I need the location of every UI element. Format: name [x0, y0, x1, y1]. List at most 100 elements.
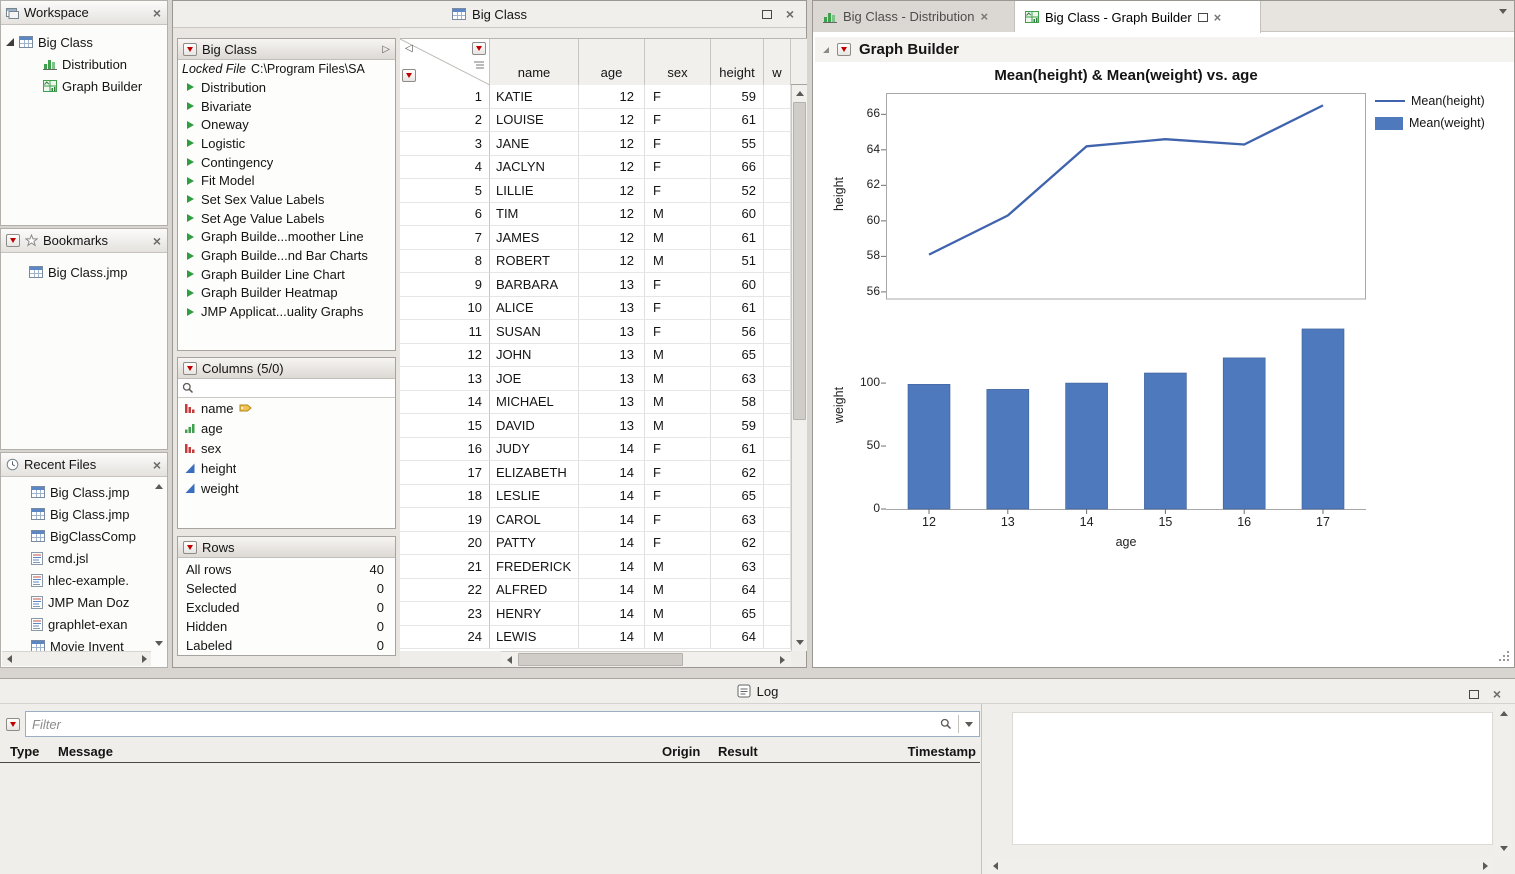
row-number-cell[interactable]: 13	[400, 367, 490, 391]
sex-cell[interactable]: M	[645, 250, 711, 274]
age-cell[interactable]: 12	[579, 109, 645, 133]
height-cell[interactable]: 60	[711, 273, 764, 297]
sex-cell[interactable]: M	[645, 602, 711, 626]
age-cell[interactable]: 12	[579, 156, 645, 180]
name-cell[interactable]: JACLYN	[490, 156, 579, 180]
name-cell[interactable]: KATIE	[490, 85, 579, 109]
tab-list-dropdown-icon[interactable]	[1499, 14, 1507, 29]
weight-cell[interactable]	[764, 344, 791, 368]
age-cell[interactable]: 13	[579, 320, 645, 344]
age-cell[interactable]: 14	[579, 438, 645, 462]
weight-cell[interactable]	[764, 485, 791, 509]
sex-cell[interactable]: F	[645, 156, 711, 180]
age-cell[interactable]: 14	[579, 532, 645, 556]
height-cell[interactable]: 59	[711, 85, 764, 109]
close-icon[interactable]: ×	[153, 458, 161, 472]
name-cell[interactable]: ALFRED	[490, 579, 579, 603]
bookmarks-red-triangle[interactable]	[6, 234, 20, 247]
recent-file-item[interactable]: BigClassComp	[1, 525, 167, 547]
row-number-cell[interactable]: 22	[400, 579, 490, 603]
height-cell[interactable]: 65	[711, 602, 764, 626]
outline-collapse-icon[interactable]	[823, 47, 829, 53]
search-icon[interactable]	[940, 718, 952, 730]
column-header-height[interactable]: height	[711, 39, 764, 85]
tab-graph-builder[interactable]: Big Class - Graph Builder×	[1015, 1, 1261, 33]
age-cell[interactable]: 13	[579, 367, 645, 391]
age-cell[interactable]: 13	[579, 273, 645, 297]
column-header-w[interactable]: w	[764, 39, 791, 85]
weight-cell[interactable]	[764, 626, 791, 650]
weight-cell[interactable]	[764, 226, 791, 250]
name-cell[interactable]: ROBERT	[490, 250, 579, 274]
log-horizontal-scrollbar[interactable]	[988, 858, 1493, 874]
weight-cell[interactable]	[764, 532, 791, 556]
row-number-cell[interactable]: 1	[400, 85, 490, 109]
weight-cell[interactable]	[764, 414, 791, 438]
name-cell[interactable]: ALICE	[490, 297, 579, 321]
sex-cell[interactable]: F	[645, 461, 711, 485]
recent-files-horizontal-scrollbar[interactable]	[2, 651, 151, 666]
scroll-right-icon[interactable]	[1478, 859, 1493, 873]
hide-panel-arrow-icon[interactable]: ◁	[405, 43, 413, 54]
recent-file-item[interactable]: JMP Man Doz	[1, 591, 167, 613]
table-script-item[interactable]: Fit Model	[178, 171, 395, 190]
weight-cell[interactable]	[764, 109, 791, 133]
columns-menu-red-triangle[interactable]	[472, 42, 486, 55]
log-column-type[interactable]: Type	[10, 744, 39, 759]
sex-cell[interactable]: M	[645, 344, 711, 368]
column-item[interactable]: age	[178, 418, 395, 438]
table-script-item[interactable]: Graph Builde...nd Bar Charts	[178, 246, 395, 265]
close-icon[interactable]: ×	[153, 6, 161, 20]
row-stat[interactable]: Excluded0	[178, 598, 395, 617]
sex-cell[interactable]: F	[645, 179, 711, 203]
sex-cell[interactable]: M	[645, 391, 711, 415]
recent-file-item[interactable]: Big Class.jmp	[1, 481, 167, 503]
scroll-down-icon[interactable]	[1496, 841, 1511, 856]
name-cell[interactable]: TIM	[490, 203, 579, 227]
log-red-triangle[interactable]	[6, 718, 20, 731]
log-filter-input[interactable]	[32, 717, 934, 732]
table-script-item[interactable]: Bivariate	[178, 97, 395, 116]
name-cell[interactable]: JANE	[490, 132, 579, 156]
table-script-item[interactable]: Oneway	[178, 115, 395, 134]
columns-red-triangle[interactable]	[183, 362, 197, 375]
scroll-up-icon[interactable]	[152, 479, 166, 493]
name-cell[interactable]: FREDERICK	[490, 555, 579, 579]
row-number-cell[interactable]: 17	[400, 461, 490, 485]
sex-cell[interactable]: F	[645, 438, 711, 462]
close-icon[interactable]: ×	[153, 234, 161, 248]
column-item[interactable]: sex	[178, 438, 395, 458]
tab-distribution[interactable]: Big Class - Distribution×	[813, 1, 1015, 32]
sex-cell[interactable]: F	[645, 297, 711, 321]
weight-cell[interactable]	[764, 320, 791, 344]
column-header-age[interactable]: age	[579, 39, 645, 85]
age-cell[interactable]: 12	[579, 203, 645, 227]
height-cell[interactable]: 62	[711, 532, 764, 556]
sex-cell[interactable]: F	[645, 109, 711, 133]
name-cell[interactable]: JUDY	[490, 438, 579, 462]
weight-cell[interactable]	[764, 85, 791, 109]
table-script-item[interactable]: Set Age Value Labels	[178, 209, 395, 228]
row-stat[interactable]: Hidden0	[178, 617, 395, 636]
age-cell[interactable]: 12	[579, 250, 645, 274]
row-stat[interactable]: Labeled0	[178, 636, 395, 655]
row-number-cell[interactable]: 19	[400, 508, 490, 532]
tab-close-icon[interactable]: ×	[1214, 10, 1222, 25]
scroll-up-icon[interactable]	[1496, 706, 1511, 721]
sex-cell[interactable]: F	[645, 273, 711, 297]
maximize-icon[interactable]	[1198, 13, 1208, 22]
panel-expand-icon[interactable]: ▷	[382, 44, 390, 55]
height-cell[interactable]: 65	[711, 485, 764, 509]
sex-cell[interactable]: M	[645, 226, 711, 250]
row-number-cell[interactable]: 7	[400, 226, 490, 250]
column-item[interactable]: weight	[178, 478, 395, 498]
name-cell[interactable]: JAMES	[490, 226, 579, 250]
table-script-item[interactable]: Graph Builder Line Chart	[178, 265, 395, 284]
height-cell[interactable]: 59	[711, 414, 764, 438]
row-number-cell[interactable]: 12	[400, 344, 490, 368]
row-number-cell[interactable]: 18	[400, 485, 490, 509]
sex-cell[interactable]: F	[645, 85, 711, 109]
scroll-right-icon[interactable]	[775, 652, 790, 667]
height-cell[interactable]: 61	[711, 438, 764, 462]
sex-cell[interactable]: M	[645, 579, 711, 603]
